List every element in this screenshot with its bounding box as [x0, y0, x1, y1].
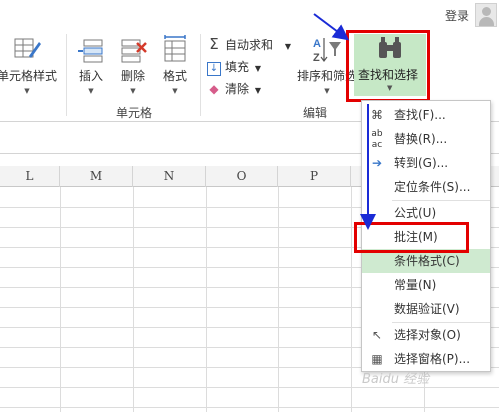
dropdown-arrow-icon: ▼	[88, 87, 94, 95]
menu-item-goto-special[interactable]: 定位条件(S)...	[362, 175, 490, 199]
menu-item-label: 查找(F)...	[394, 108, 446, 122]
menu-item-label: 定位条件(S)...	[394, 180, 471, 194]
clear-label: 清除	[225, 82, 250, 96]
binoculars-icon: ⌘	[371, 108, 383, 122]
cell-styles-icon	[14, 38, 41, 58]
column-header-o[interactable]: O	[206, 166, 278, 187]
delete-button[interactable]: 删除 ▼	[114, 34, 152, 95]
avatar[interactable]	[475, 3, 497, 27]
delete-label: 删除	[120, 69, 145, 83]
autosum-label: 自动求和	[225, 38, 274, 52]
sort-filter-icon: A Z	[313, 38, 341, 64]
menu-item-find[interactable]: ⌘ 查找(F)...	[362, 103, 490, 127]
replace-icon: ab ac	[371, 129, 383, 150]
insert-label: 插入	[78, 69, 103, 83]
login-link[interactable]: 登录	[445, 7, 469, 24]
menu-item-goto[interactable]: ➔ 转到(G)...	[362, 151, 490, 175]
eraser-icon: ◆	[209, 82, 219, 96]
divider	[200, 34, 201, 116]
format-label: 格式	[162, 69, 187, 83]
group-label-edit: 编辑	[303, 106, 328, 120]
annotation-red-box-comments	[354, 222, 469, 253]
sigma-icon: Σ	[209, 35, 219, 53]
delete-cells-icon	[121, 39, 147, 63]
dropdown-arrow-icon: ▼	[130, 87, 136, 95]
svg-text:A: A	[313, 38, 321, 50]
cursor-icon: ↖	[371, 328, 383, 342]
column-header-m[interactable]: M	[60, 166, 133, 187]
menu-item-data-validation[interactable]: 数据验证(V)	[362, 297, 490, 321]
menu-item-label: 数据验证(V)	[394, 302, 460, 316]
dropdown-arrow-icon: ▼	[254, 86, 261, 95]
fill-button[interactable]: ↓ 填充 ▼	[207, 58, 261, 76]
insert-cells-icon	[78, 39, 103, 63]
dropdown-arrow-icon: ▼	[254, 64, 261, 73]
menu-item-label: 转到(G)...	[394, 156, 449, 170]
fill-down-icon: ↓	[207, 62, 221, 76]
autosum-button[interactable]: Σ 自动求和 ▼	[207, 35, 291, 53]
dropdown-arrow-icon: ▼	[172, 87, 178, 95]
dropdown-arrow-icon: ▼	[24, 87, 30, 95]
column-header-l[interactable]: L	[0, 166, 60, 187]
format-button[interactable]: 格式 ▼	[156, 34, 194, 95]
annotation-red-box-find	[346, 30, 430, 102]
format-cells-icon	[164, 35, 186, 62]
menu-item-label: 替换(R)...	[394, 132, 448, 146]
menu-item-select-objects[interactable]: ↖ 选择对象(O)	[362, 323, 490, 347]
clear-button[interactable]: ◆ 清除 ▼	[207, 80, 261, 97]
menu-item-constants[interactable]: 常量(N)	[362, 273, 490, 297]
goto-arrow-icon: ➔	[371, 156, 383, 170]
svg-text:Z: Z	[313, 52, 320, 64]
title-bar: 登录	[0, 0, 499, 30]
watermark: Baidu 经验	[362, 372, 430, 387]
insert-button[interactable]: 插入 ▼	[72, 34, 110, 95]
menu-item-replace[interactable]: ab ac 替换(R)...	[362, 127, 490, 151]
dropdown-arrow-icon: ▼	[284, 42, 291, 51]
cell-styles-button[interactable]: 单元格样式 ▼	[0, 34, 60, 95]
menu-item-label: 选择对象(O)	[394, 328, 461, 342]
menu-item-label: 常量(N)	[394, 278, 437, 292]
column-header-p[interactable]: P	[278, 166, 351, 187]
fill-label: 填充	[225, 60, 250, 74]
group-label-cells: 单元格	[116, 106, 153, 120]
cell-styles-label: 单元格样式	[0, 69, 57, 83]
column-header-n[interactable]: N	[133, 166, 206, 187]
divider	[66, 34, 67, 116]
